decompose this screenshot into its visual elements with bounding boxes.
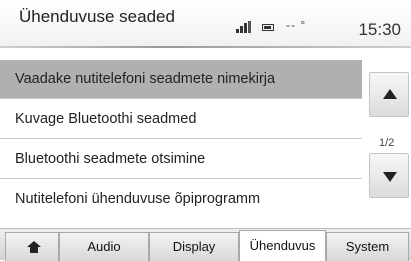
header-divider (0, 46, 411, 48)
divider (0, 178, 362, 179)
tab-system[interactable]: System (326, 232, 409, 261)
menu-item-connectivity-tutorial[interactable]: Nutitelefoni ühenduvuse õpiprogramm (0, 180, 362, 218)
status-header: Ühenduvuse seaded -- ° 15:30 (0, 0, 411, 46)
temperature-readout: -- ° (286, 18, 307, 32)
tab-home[interactable] (5, 232, 59, 261)
menu-item-bluetooth-search[interactable]: Bluetoothi seadmete otsimine (0, 140, 362, 178)
scroll-down-button[interactable] (369, 153, 409, 198)
page-title: Ühenduvuse seaded (19, 7, 175, 26)
arrow-down-icon (383, 172, 397, 182)
menu-item-smartphone-list[interactable]: Vaadake nutitelefoni seadmete nimekirja (0, 60, 362, 98)
home-icon (27, 241, 41, 253)
scroll-up-button[interactable] (369, 72, 409, 117)
signal-strength-icon (236, 21, 256, 33)
divider (0, 98, 362, 99)
tab-display[interactable]: Display (149, 232, 239, 261)
battery-icon (262, 24, 274, 31)
tab-connectivity[interactable]: Ühenduvus (239, 230, 326, 261)
tab-audio[interactable]: Audio (59, 232, 149, 261)
menu-item-bluetooth-devices[interactable]: Kuvage Bluetoothi seadmed (0, 100, 362, 138)
scroll-controls: 1/2 (362, 60, 411, 200)
clock: 15:30 (358, 20, 401, 39)
divider (0, 138, 362, 139)
arrow-up-icon (383, 89, 397, 99)
tab-bar: Audio Display Ühenduvus System (0, 228, 411, 261)
page-indicator: 1/2 (379, 137, 395, 149)
